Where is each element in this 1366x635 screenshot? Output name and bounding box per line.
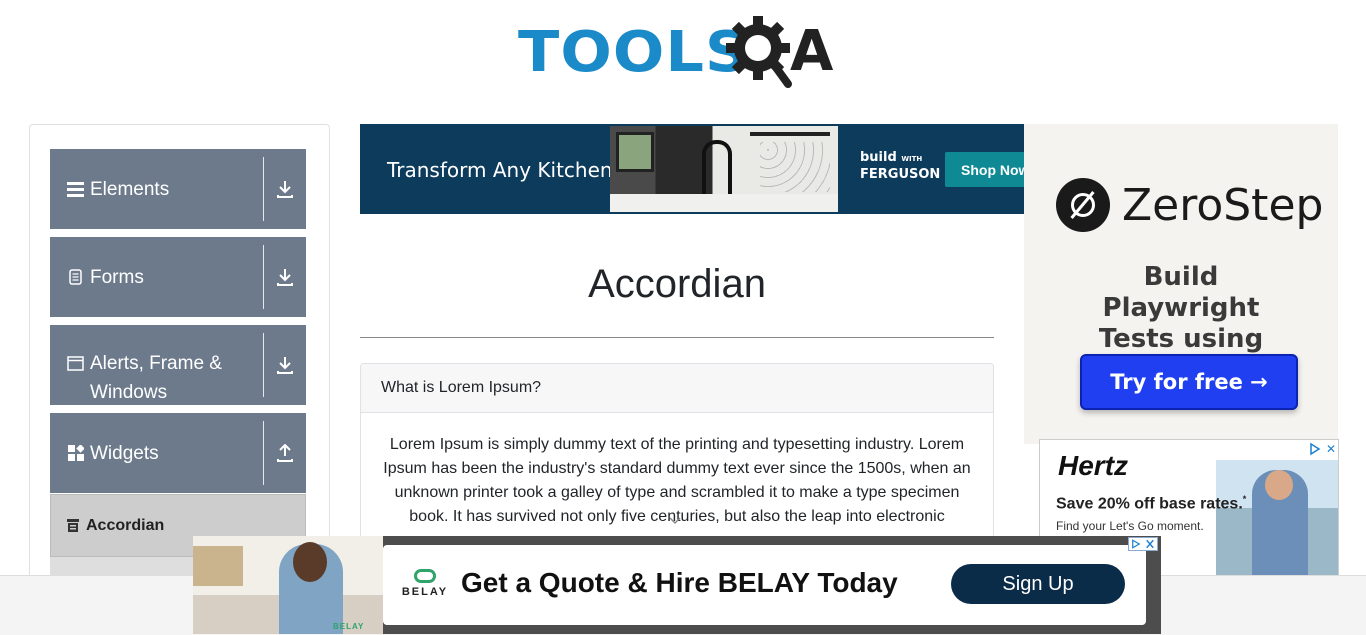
ad-subtext: Find your Let's Go moment. [1056, 519, 1204, 533]
zerostep-ad[interactable]: ZeroStep Build Playwright Tests using AI… [1024, 124, 1338, 444]
adchoices-icon[interactable] [1308, 442, 1322, 456]
belay-card: BELAY Get a Quote & Hire BELAY Today Sig… [383, 545, 1146, 625]
page: TOOLS A Elements Forms Alerts, Frame & W… [0, 0, 1366, 635]
belay-brand: BELAY [401, 586, 449, 598]
shelf-decor [750, 132, 830, 136]
top-banner-ad[interactable]: Transform Any Kitchen build WITH FERGUSO… [360, 124, 1024, 214]
sidebar-item-label: Accordian [86, 516, 165, 534]
download-icon[interactable] [264, 149, 306, 229]
accordion-icon [66, 519, 79, 532]
footer-brand: BELAY [333, 622, 365, 631]
group-label-wrap: Widgets [50, 413, 263, 493]
accordion-header[interactable]: What is Lorem Ipsum? [361, 364, 993, 413]
upload-icon[interactable] [264, 413, 306, 493]
brand-with: WITH [901, 155, 923, 163]
sidebar-group-elements[interactable]: Elements [50, 149, 306, 229]
toolsqa-logo[interactable]: TOOLS A [518, 16, 840, 90]
ad-offer: Save 20% off base rates.* [1056, 494, 1246, 513]
kitchen-image [610, 126, 838, 212]
ad-brand: ZeroStep [1122, 180, 1324, 231]
group-label-wrap: Elements [50, 149, 263, 229]
brand-line1: build [860, 150, 897, 165]
divider [360, 337, 994, 338]
accordion-body: Lorem Ipsum is simply dummy text of the … [383, 436, 971, 525]
tile-decor [760, 142, 830, 192]
ferguson-logo: build WITH FERGUSON [860, 150, 940, 183]
window-icon [67, 355, 84, 372]
page-title: Accordian [588, 262, 766, 306]
belay-ad[interactable]: BELAY BELAY Get a Quote & Hire BELAY Tod… [193, 536, 1161, 634]
ad-headline: Get a Quote & Hire BELAY Today [461, 567, 898, 598]
try-for-free-button[interactable]: Try for free → [1080, 354, 1298, 410]
group-label: Widgets [90, 442, 159, 464]
close-icon[interactable]: ✕ [1324, 442, 1338, 456]
shop-now-button[interactable]: Shop Now [945, 152, 1024, 187]
menu-icon [67, 181, 84, 198]
person-head-decor [293, 542, 327, 582]
logo-text: TOOLS [518, 20, 750, 85]
belay-logo: BELAY [395, 569, 455, 605]
group-label-wrap: Alerts, Frame & Windows [50, 325, 263, 405]
window-decor [616, 132, 654, 172]
group-label-wrap: Forms [50, 237, 263, 317]
person-head-decor [1265, 470, 1293, 500]
sidebar-group-alerts[interactable]: Alerts, Frame & Windows [50, 325, 306, 405]
document-icon [67, 269, 84, 286]
faucet-decor [702, 140, 732, 196]
group-label: Elements [90, 178, 170, 200]
sidebar-group-widgets[interactable]: Widgets [50, 413, 306, 493]
widgets-icon [67, 445, 84, 462]
offer-mark: * [1242, 494, 1247, 504]
hertz-logo: Hertz [1058, 450, 1129, 481]
shelf-decor [193, 546, 243, 586]
ad-controls[interactable] [1128, 537, 1158, 551]
adchoices-icon[interactable] [1129, 538, 1143, 550]
chevron-down-icon[interactable] [668, 514, 682, 528]
counter-decor [610, 194, 838, 212]
download-icon[interactable] [264, 325, 306, 405]
close-icon[interactable] [1143, 538, 1157, 550]
sidebar-group-forms[interactable]: Forms [50, 237, 306, 317]
offer-text: Save 20% off base rates. [1056, 495, 1243, 513]
belay-ring-icon [414, 569, 436, 583]
logo-suffix: A [790, 19, 834, 84]
ad-headline: Transform Any Kitchen [387, 158, 613, 182]
zerostep-logo-icon [1056, 178, 1110, 232]
brand-line2: FERGUSON [860, 167, 941, 182]
sign-up-button[interactable]: Sign Up [951, 564, 1125, 604]
office-photo [193, 536, 383, 634]
group-label: Alerts, Frame & Windows [90, 353, 222, 403]
group-label: Forms [90, 266, 144, 288]
download-icon[interactable] [264, 237, 306, 317]
